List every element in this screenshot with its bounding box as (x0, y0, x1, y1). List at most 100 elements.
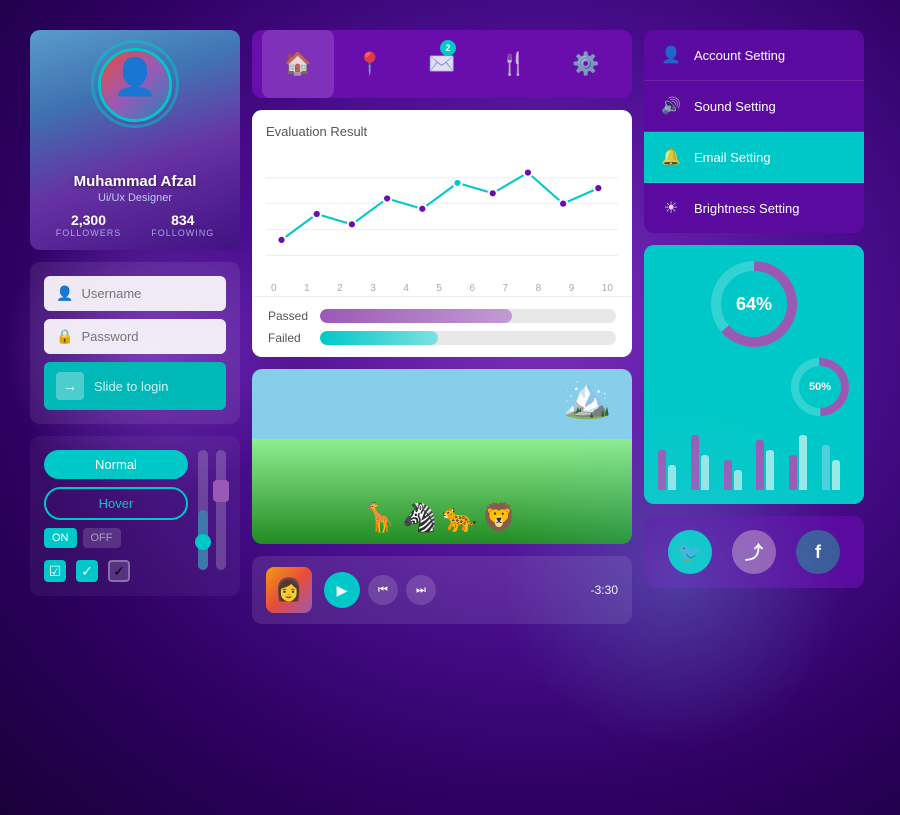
chart-x-axis: 0 1 2 3 4 5 6 7 8 9 10 (266, 283, 618, 294)
nav-gear[interactable]: ⚙️ (550, 30, 622, 98)
passed-label: Passed (268, 309, 310, 323)
twitter-button[interactable]: 🐦 (668, 530, 712, 574)
passed-bar-bg (320, 309, 616, 323)
nav-settings[interactable]: 🍴 (478, 30, 550, 98)
lock-icon: 🔒 (56, 328, 73, 345)
chart-container: Evaluation Result (252, 110, 632, 357)
bar-2b (701, 455, 709, 490)
failed-bar-bg (320, 331, 616, 345)
profile-name: Muhammad Afzal (74, 173, 197, 190)
settings-brightness[interactable]: ☀ Brightness Setting (644, 183, 864, 233)
avatar-image (101, 51, 169, 119)
profile-stats: 2,300 FOLLOWERS 834 FOLLOWING (56, 212, 215, 238)
settings-account[interactable]: 👤 Account Setting (644, 30, 864, 81)
donut-chart-small: 50% (790, 357, 850, 417)
bar-chart (658, 425, 850, 490)
middle-column: 🏠 📍 ✉️ 2 🍴 ⚙️ Evaluation Result (252, 30, 632, 785)
facebook-icon: f (815, 542, 821, 563)
followers-stat: 2,300 FOLLOWERS (56, 212, 122, 238)
bar-5a (789, 455, 797, 490)
nav-location[interactable]: 📍 (334, 30, 406, 98)
checkbox-1[interactable]: ☑ (44, 560, 66, 582)
following-stat: 834 FOLLOWING (151, 212, 214, 238)
slider-2[interactable] (216, 450, 226, 570)
stats-panel: 64% 50% (644, 245, 864, 504)
line-chart-svg (266, 149, 618, 279)
settings-menu: 👤 Account Setting 🔊 Sound Setting 🔔 Emai… (644, 30, 864, 233)
bar-group-5 (789, 435, 817, 490)
email-icon: 🔔 (660, 146, 682, 168)
following-count: 834 (171, 212, 194, 228)
slider-1[interactable] (198, 450, 208, 570)
music-time: -3:30 (591, 583, 618, 597)
username-input[interactable] (81, 286, 214, 301)
failed-fill (320, 331, 438, 345)
bar-6b (832, 460, 840, 490)
settings-email[interactable]: 🔔 Email Setting (644, 132, 864, 183)
facebook-button[interactable]: f (796, 530, 840, 574)
chart-area (266, 149, 618, 279)
failed-row: Failed (268, 331, 616, 345)
checkbox-row: ☑ ✓ ✓ (44, 560, 188, 582)
nav-home[interactable]: 🏠 (262, 30, 334, 98)
brightness-icon: ☀ (660, 197, 682, 219)
profile-card: Muhammad Afzal Ui/Ux Designer 2,300 FOLL… (30, 30, 240, 250)
social-bar: 🐦 ⤴ f (644, 516, 864, 588)
bar-group-3 (724, 460, 752, 490)
checkbox-3[interactable]: ✓ (108, 560, 130, 582)
chart-panel: Evaluation Result (252, 110, 632, 308)
settings-sound[interactable]: 🔊 Sound Setting (644, 81, 864, 132)
bar-3a (724, 460, 732, 490)
music-play-button[interactable]: ▶ (324, 572, 360, 608)
account-icon: 👤 (660, 44, 682, 66)
bar-2a (691, 435, 699, 490)
music-thumbnail: 👩 (266, 567, 312, 613)
location-icon: 📍 (356, 51, 383, 77)
bar-6a (822, 445, 830, 490)
donut-chart-large: 64% (709, 259, 799, 349)
password-field-wrap: 🔒 (44, 319, 226, 354)
username-field-wrap: 👤 (44, 276, 226, 311)
video-scene (252, 369, 632, 544)
nav-bar: 🏠 📍 ✉️ 2 🍴 ⚙️ (252, 30, 632, 98)
music-next-button[interactable]: ⏭ (406, 575, 436, 605)
gear-icon: ⚙️ (572, 51, 599, 77)
bar-1b (668, 465, 676, 490)
share-icon: ⤴ (745, 539, 763, 565)
checkbox-2[interactable]: ✓ (76, 560, 98, 582)
bar-group-4 (756, 440, 784, 490)
toggle-row: ON OFF (44, 528, 188, 548)
bar-4b (766, 450, 774, 490)
music-prev-button[interactable]: ⏮ (368, 575, 398, 605)
toggle-off[interactable]: OFF (83, 528, 121, 548)
progress-section: Passed Failed (252, 296, 632, 357)
share-button[interactable]: ⤴ (732, 530, 776, 574)
bar-5b (799, 435, 807, 490)
bar-group-2 (691, 435, 719, 490)
brightness-label: Brightness Setting (694, 201, 800, 216)
normal-button[interactable]: Normal (44, 450, 188, 479)
utensils-icon: 🍴 (500, 51, 527, 77)
chart-title: Evaluation Result (266, 124, 618, 139)
sound-label: Sound Setting (694, 99, 776, 114)
sound-icon: 🔊 (660, 95, 682, 117)
passed-fill (320, 309, 512, 323)
bar-1a (658, 450, 666, 490)
passed-row: Passed (268, 309, 616, 323)
donut-pct-large: 64% (736, 294, 772, 315)
slide-to-login-button[interactable]: → Slide to login (44, 362, 226, 410)
slide-label: Slide to login (94, 379, 168, 394)
following-label: FOLLOWING (151, 228, 214, 238)
controls-panel: Normal Hover ON OFF ☑ ✓ ✓ (30, 436, 240, 596)
right-column: 👤 Account Setting 🔊 Sound Setting 🔔 Emai… (644, 30, 864, 785)
nav-messages[interactable]: ✉️ 2 (406, 30, 478, 98)
followers-count: 2,300 (71, 212, 106, 228)
password-input[interactable] (81, 329, 214, 344)
avatar (98, 48, 172, 122)
followers-label: FOLLOWERS (56, 228, 122, 238)
toggle-on[interactable]: ON (44, 528, 77, 548)
music-controls: ▶ ⏮ ⏭ (324, 572, 436, 608)
slide-arrow-icon: → (56, 372, 84, 400)
hover-button[interactable]: Hover (44, 487, 188, 520)
account-label: Account Setting (694, 48, 785, 63)
